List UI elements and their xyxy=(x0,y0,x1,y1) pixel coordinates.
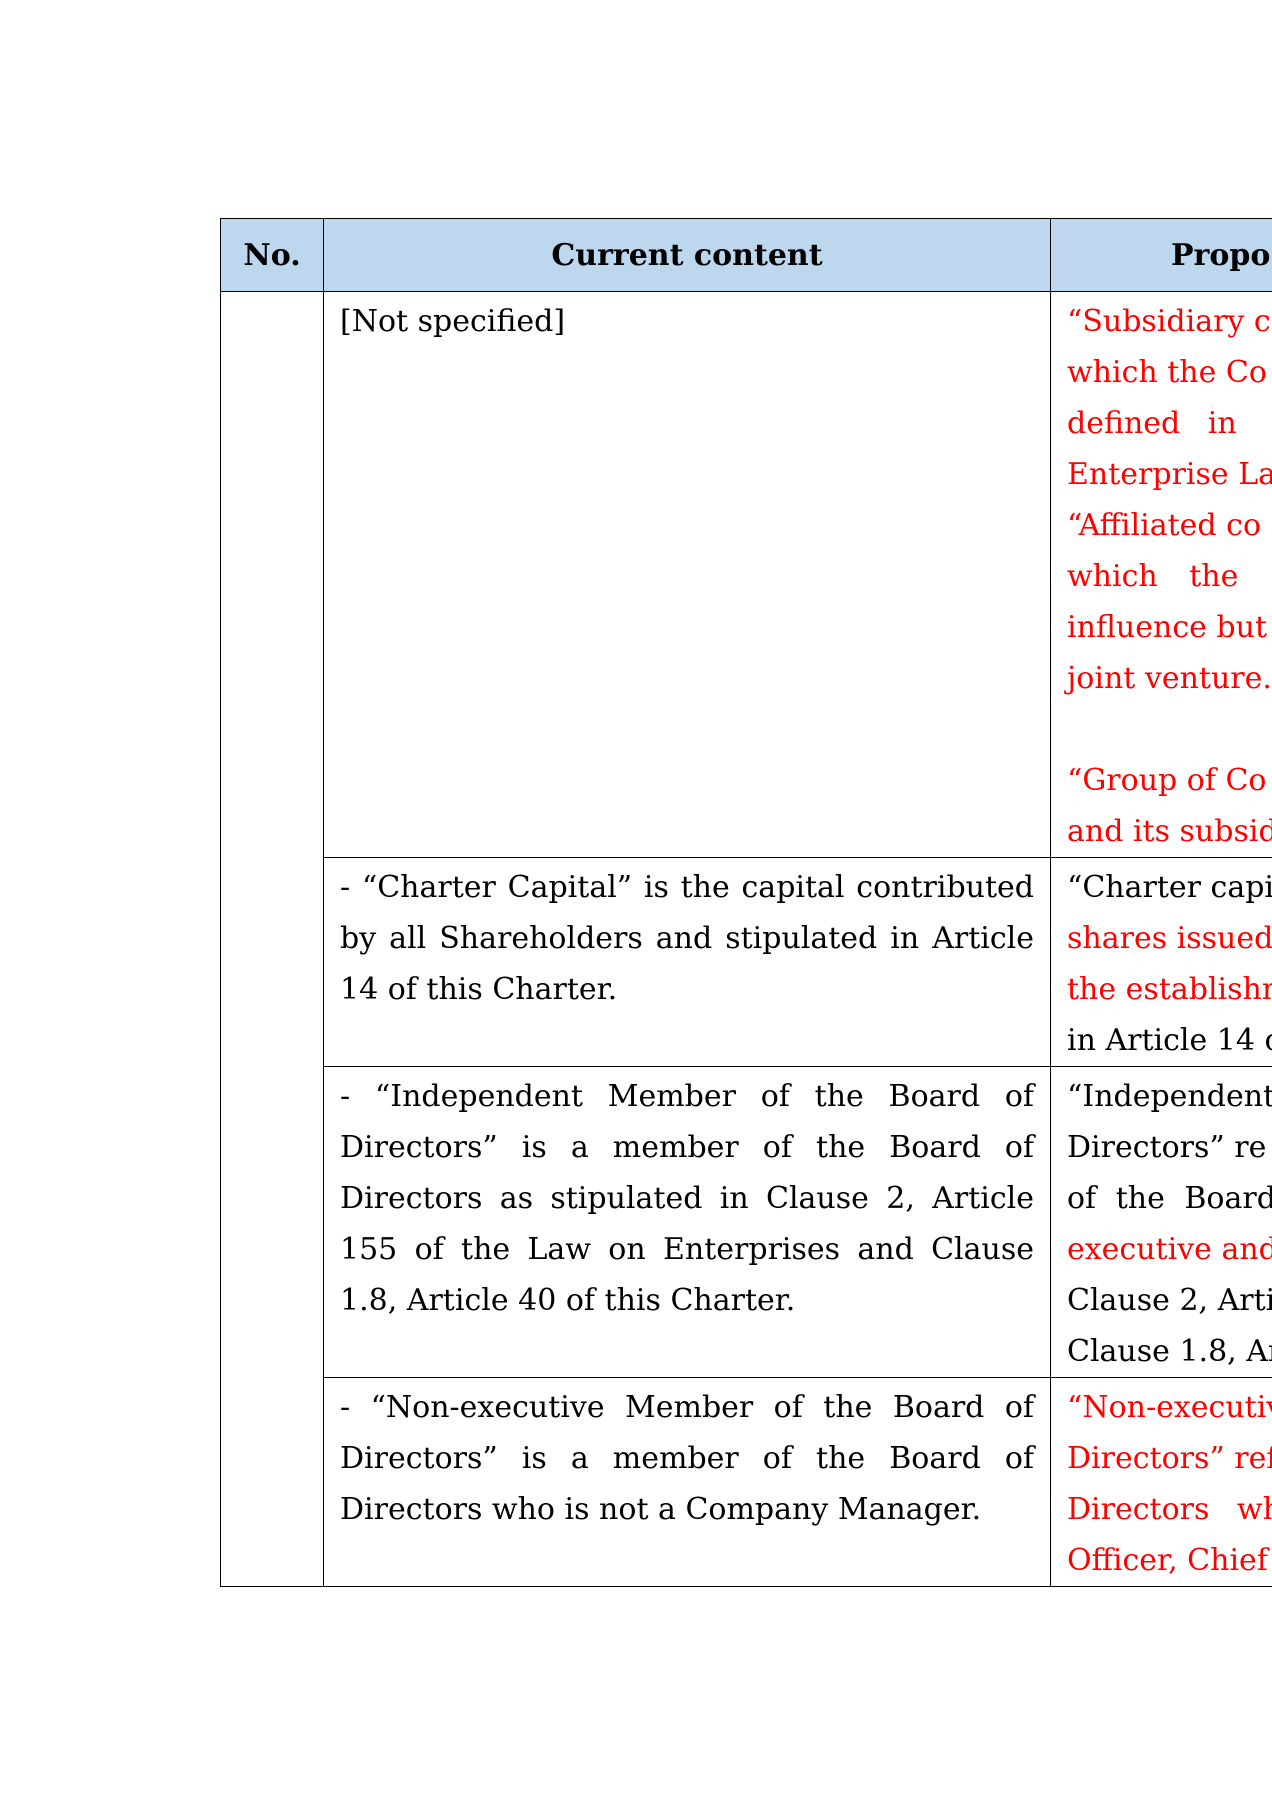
proposed-line: of the Board xyxy=(1067,1181,1272,1216)
proposed-line: Clause 1.8, Ar xyxy=(1067,1334,1272,1369)
proposed-line: “Charter capi xyxy=(1067,870,1272,905)
header-current-content: Current content xyxy=(323,218,1051,292)
document-page: No. Current content Propo [Not specified… xyxy=(0,0,1272,1800)
proposed-line: executive and xyxy=(1067,1232,1272,1267)
current-content-cell: - “Non-executive Member of the Board of … xyxy=(323,1377,1051,1587)
proposed-line: shares issued xyxy=(1067,921,1272,956)
proposed-line: which the xyxy=(1067,559,1239,594)
proposed-line: “Group of Co xyxy=(1067,763,1267,798)
current-content-cell: [Not specified] xyxy=(323,291,1051,858)
proposed-line: Clause 2, Artic xyxy=(1067,1283,1272,1318)
proposed-line: Officer, Chief xyxy=(1067,1543,1268,1578)
proposed-line: influence but xyxy=(1067,610,1267,645)
table-header-row: No. Current content Propo xyxy=(220,218,1272,292)
table-row: - “Charter Capital” is the capital contr… xyxy=(221,857,1272,1067)
table-row: - “Non-executive Member of the Board of … xyxy=(221,1377,1272,1587)
proposed-line: defined in xyxy=(1067,406,1237,441)
proposed-line: Directors” re xyxy=(1067,1130,1267,1165)
proposed-line: joint venture. xyxy=(1067,661,1272,696)
proposed-content-cell: “Independent Directors” re of the Board … xyxy=(1050,1066,1272,1378)
proposed-line: which the Co xyxy=(1067,355,1267,390)
proposed-content-cell: “Non-executiv Directors” ref Directors w… xyxy=(1050,1377,1272,1587)
proposed-content-cell: “Subsidiary c which the Co defined in En… xyxy=(1050,291,1272,858)
proposed-line: “Non-executiv xyxy=(1067,1390,1272,1425)
proposed-line: “Affiliated co xyxy=(1067,508,1262,543)
proposed-line: the establishm xyxy=(1067,972,1272,1007)
proposed-line: Directors” ref xyxy=(1067,1441,1272,1476)
proposed-line: “Independent xyxy=(1067,1079,1272,1114)
current-content-cell: - “Independent Member of the Board of Di… xyxy=(323,1066,1051,1378)
amendment-table: No. Current content Propo [Not specified… xyxy=(220,218,1272,1587)
row-number-cell xyxy=(220,291,324,1587)
proposed-line: Enterprise La xyxy=(1067,457,1272,492)
header-proposed-content: Propo xyxy=(1050,218,1272,292)
header-no: No. xyxy=(220,218,324,292)
proposed-line: in Article 14 o xyxy=(1067,1023,1272,1058)
proposed-line: and its subsid xyxy=(1067,814,1272,849)
table-row: - “Independent Member of the Board of Di… xyxy=(221,1066,1272,1378)
proposed-line: Directors wh xyxy=(1067,1492,1272,1527)
proposed-content-cell: “Charter capi shares issued the establis… xyxy=(1050,857,1272,1067)
table-row: [Not specified] “Subsidiary c which the … xyxy=(220,291,1272,1587)
proposed-line: “Subsidiary c xyxy=(1067,304,1271,339)
current-content-cell: - “Charter Capital” is the capital contr… xyxy=(323,857,1051,1067)
